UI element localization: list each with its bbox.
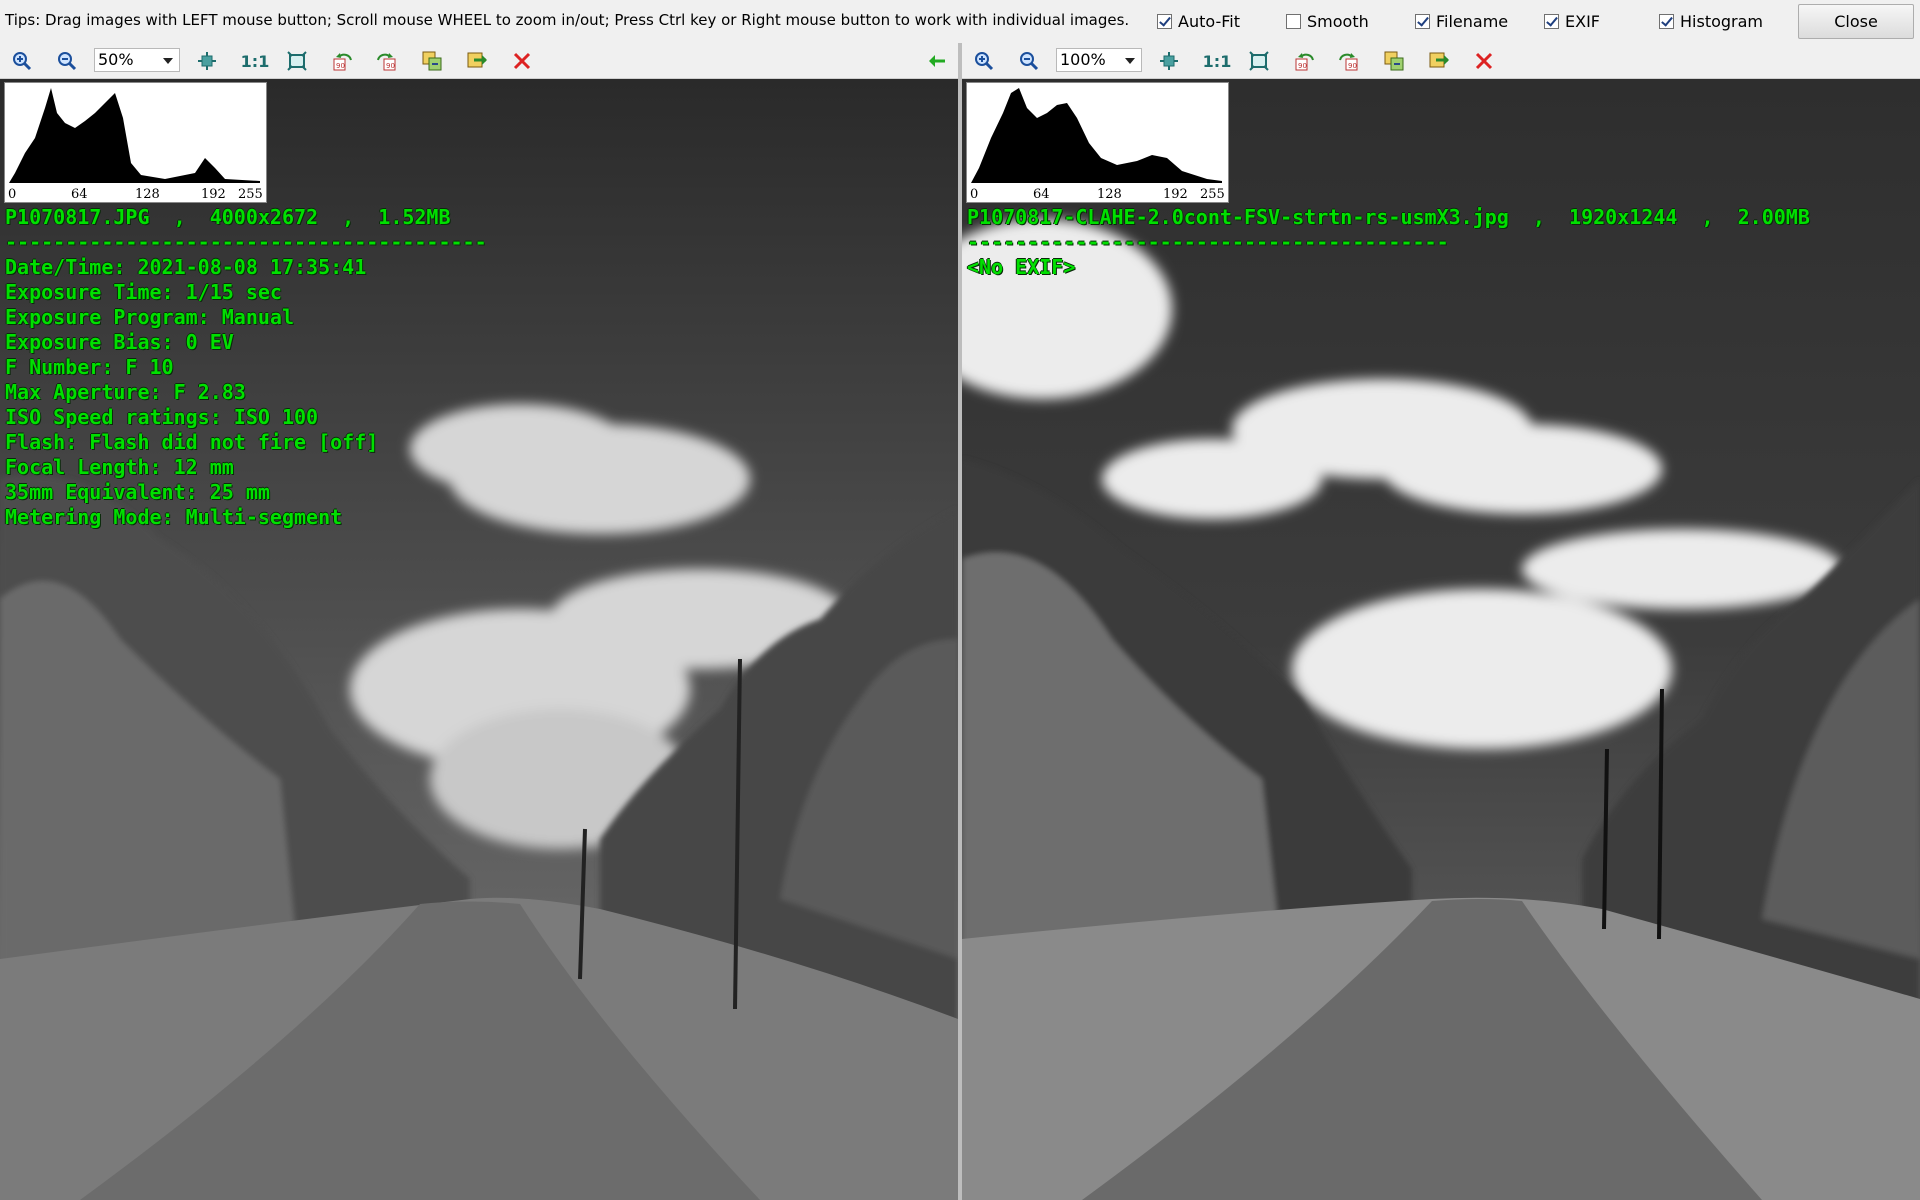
svg-text:90: 90 <box>1298 62 1307 70</box>
delete-icon[interactable] <box>1472 49 1496 73</box>
close-button[interactable]: Close <box>1798 4 1914 39</box>
filename-line: P1070817-CLAHE-2.0cont-FSV-strtn-rs-usmX… <box>967 205 1810 229</box>
filename-label: Filename <box>1436 12 1509 31</box>
exif-line: Focal Length: 12 mm <box>5 455 234 479</box>
zoom-select[interactable]: 50% <box>94 48 180 72</box>
exif-line: 35mm Equivalent: 25 mm <box>5 480 270 504</box>
zoom-select[interactable]: 100% <box>1056 48 1142 72</box>
checkbox-icon[interactable] <box>1544 14 1559 29</box>
filename-checkbox[interactable]: Filename <box>1415 12 1508 31</box>
left-toolbar: 50% 1:1 90 90 <box>0 43 958 79</box>
zoom-out-icon[interactable] <box>1017 49 1041 73</box>
hist-tick: 128 <box>1097 187 1122 202</box>
options-bar: Tips: Drag images with LEFT mouse button… <box>0 0 1920 44</box>
hist-tick: 128 <box>135 187 160 202</box>
checkbox-icon[interactable] <box>1415 14 1430 29</box>
fullscreen-icon[interactable] <box>285 49 309 73</box>
exif-checkbox[interactable]: EXIF <box>1544 12 1600 31</box>
actual-size-icon[interactable]: 1:1 <box>1202 49 1232 73</box>
histogram-checkbox[interactable]: Histogram <box>1659 12 1763 31</box>
chevron-down-icon[interactable] <box>163 58 173 64</box>
hist-tick: 64 <box>71 187 88 202</box>
rotate-left-icon[interactable]: 90 <box>330 49 354 73</box>
zoom-value: 50% <box>98 50 134 69</box>
svg-text:90: 90 <box>386 62 395 70</box>
zoom-in-icon[interactable] <box>10 49 34 73</box>
smooth-checkbox[interactable]: Smooth <box>1286 12 1369 31</box>
rotate-right-icon[interactable]: 90 <box>1337 49 1361 73</box>
tips-text: Tips: Drag images with LEFT mouse button… <box>5 11 1130 29</box>
rotate-left-icon[interactable]: 90 <box>1292 49 1316 73</box>
right-toolbar: 100% 1:1 90 90 <box>962 43 1920 79</box>
separator-line: ---------------------------------------- <box>967 230 1449 254</box>
separator-line: ---------------------------------------- <box>5 230 487 254</box>
left-histogram: 0 64 128 192 255 <box>4 82 267 203</box>
exif-line: Exposure Program: Manual <box>5 305 294 329</box>
autofit-label: Auto-Fit <box>1178 12 1240 31</box>
hist-tick: 192 <box>201 187 226 202</box>
checkbox-icon[interactable] <box>1286 14 1301 29</box>
checkbox-icon[interactable] <box>1157 14 1172 29</box>
rotate-right-icon[interactable]: 90 <box>375 49 399 73</box>
exif-line: <No EXIF> <box>967 255 1076 279</box>
histogram-axis: 0 64 128 192 255 <box>5 187 266 202</box>
hist-tick: 0 <box>8 187 17 202</box>
exif-line: Flash: Flash did not fire [off] <box>5 430 379 454</box>
copy-image-icon[interactable] <box>420 49 444 73</box>
fullscreen-icon[interactable] <box>1247 49 1271 73</box>
svg-text:90: 90 <box>336 62 345 70</box>
right-image-view[interactable]: 0 64 128 192 255 P1070817-CLAHE-2.0cont-… <box>962 79 1920 1200</box>
histogram-plot <box>9 88 260 183</box>
exif-line: F Number: F 10 <box>5 355 174 379</box>
actual-size-icon[interactable]: 1:1 <box>240 49 270 73</box>
svg-text:90: 90 <box>1348 62 1357 70</box>
hist-tick: 192 <box>1163 187 1188 202</box>
histogram-label: Histogram <box>1680 12 1763 31</box>
left-image-view[interactable]: 0 64 128 192 255 P1070817.JPG , 4000x267… <box>0 79 958 1200</box>
left-image-panel: 50% 1:1 90 90 0 64 128 192 255 P1070817.… <box>0 43 958 1200</box>
exif-line: Exposure Bias: 0 EV <box>5 330 234 354</box>
zoom-out-icon[interactable] <box>55 49 79 73</box>
histogram-plot <box>971 88 1222 183</box>
checkbox-icon[interactable] <box>1659 14 1674 29</box>
left-info-overlay: P1070817.JPG , 4000x2672 , 1.52MB -------… <box>5 205 487 530</box>
exif-line: Max Aperture: F 2.83 <box>5 380 246 404</box>
hist-tick: 0 <box>970 187 979 202</box>
hist-tick: 255 <box>238 187 263 202</box>
hist-tick: 255 <box>1200 187 1225 202</box>
exif-line: Exposure Time: 1/15 sec <box>5 280 282 304</box>
right-info-overlay: P1070817-CLAHE-2.0cont-FSV-strtn-rs-usmX… <box>967 205 1810 280</box>
autofit-checkbox[interactable]: Auto-Fit <box>1157 12 1240 31</box>
exif-label: EXIF <box>1565 12 1600 31</box>
exif-line: Metering Mode: Multi-segment <box>5 505 343 529</box>
delete-icon[interactable] <box>510 49 534 73</box>
chevron-down-icon[interactable] <box>1125 58 1135 64</box>
move-image-icon[interactable] <box>465 49 489 73</box>
histogram-axis: 0 64 128 192 255 <box>967 187 1228 202</box>
hist-tick: 64 <box>1033 187 1050 202</box>
smooth-label: Smooth <box>1307 12 1369 31</box>
exif-line: ISO Speed ratings: ISO 100 <box>5 405 319 429</box>
right-image-panel: 100% 1:1 90 90 0 64 128 192 255 P1070817… <box>962 43 1920 1200</box>
exif-line: Date/Time: 2021-08-08 17:35:41 <box>5 255 367 279</box>
zoom-value: 100% <box>1060 50 1106 69</box>
copy-image-icon[interactable] <box>1382 49 1406 73</box>
fit-icon[interactable] <box>195 49 219 73</box>
fit-icon[interactable] <box>1157 49 1181 73</box>
filename-line: P1070817.JPG , 4000x2672 , 1.52MB <box>5 205 451 229</box>
sync-arrow-icon[interactable] <box>925 49 949 73</box>
zoom-in-icon[interactable] <box>972 49 996 73</box>
right-histogram: 0 64 128 192 255 <box>966 82 1229 203</box>
move-image-icon[interactable] <box>1427 49 1451 73</box>
